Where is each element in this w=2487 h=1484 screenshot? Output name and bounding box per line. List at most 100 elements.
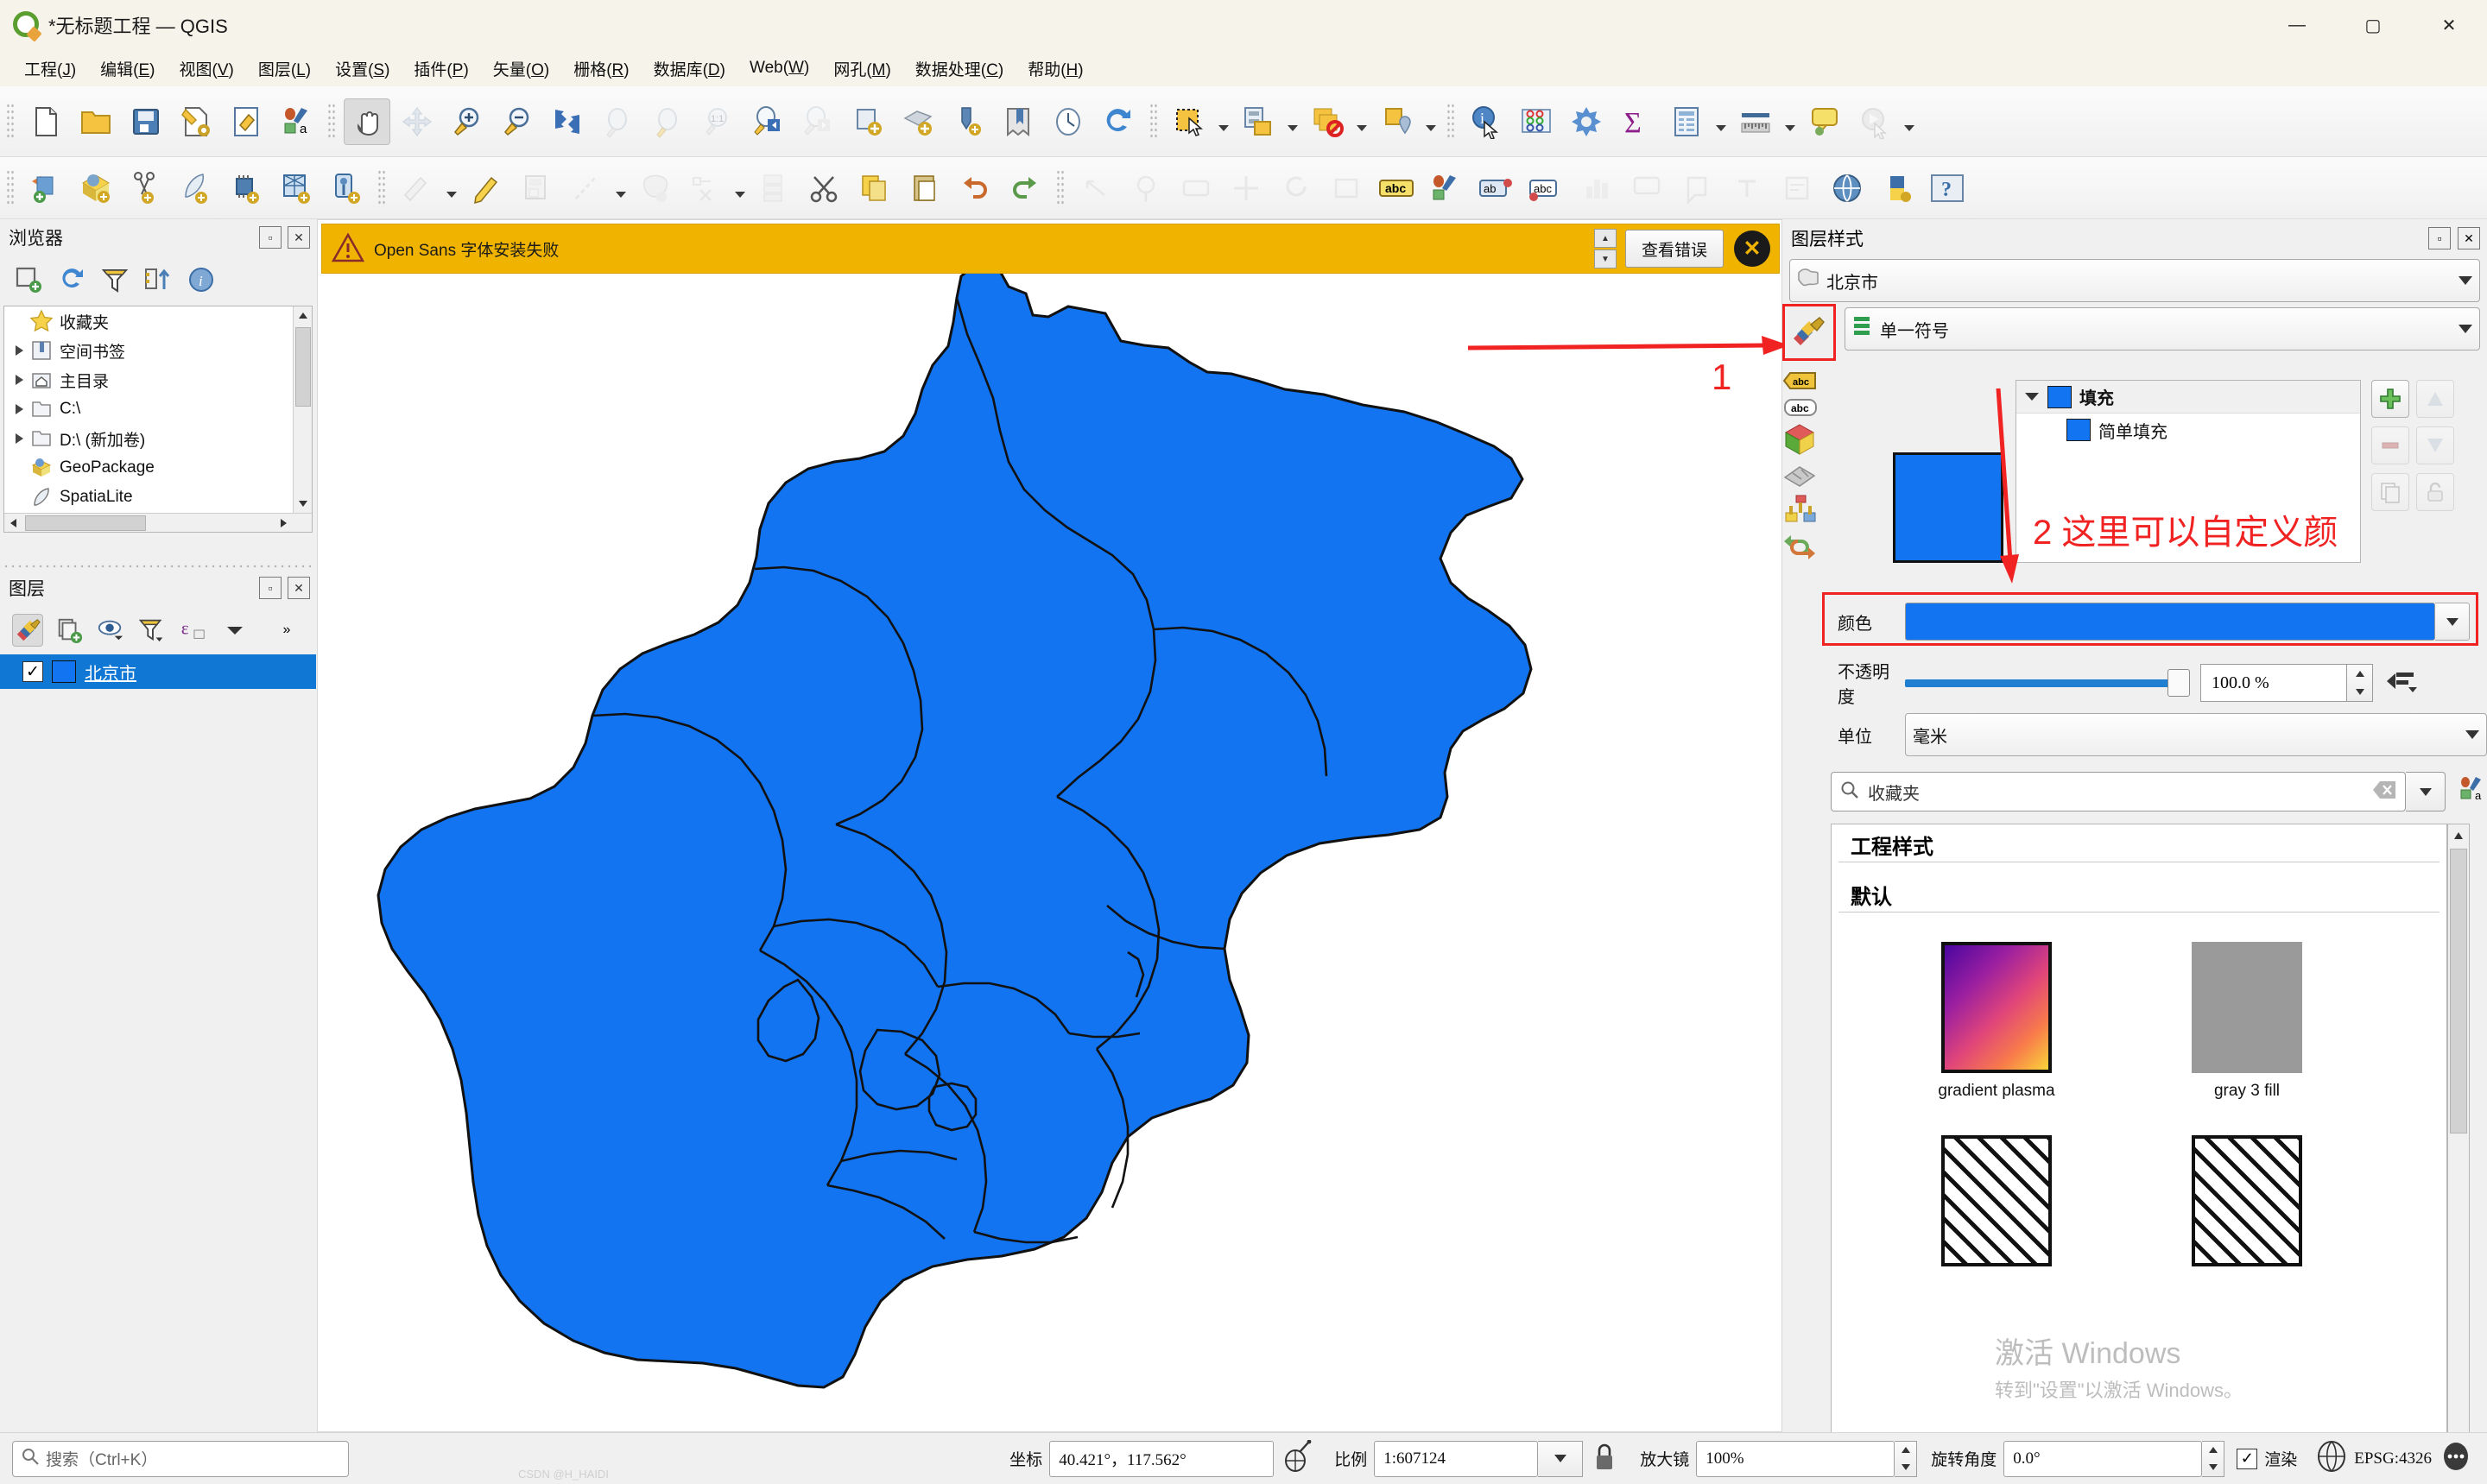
collapse-all-icon[interactable] (142, 263, 174, 296)
gallery-item[interactable] (2122, 1135, 2372, 1275)
message-bar[interactable]: Open Sans 字体安装失败 ▲▼ 查看错误 ✕ (321, 224, 1780, 274)
renderer-type-combo[interactable]: 单一符号 (1845, 307, 2480, 350)
symbol-search-box[interactable]: 收藏夹 (1831, 772, 2406, 811)
menu-web[interactable]: Web(W) (737, 55, 821, 81)
scroll-up-arrow[interactable] (294, 306, 313, 325)
lock-scale-icon[interactable] (1593, 1440, 1616, 1477)
save-project-icon[interactable] (123, 98, 169, 145)
opacity-slider-handle[interactable] (2167, 669, 2190, 697)
opacity-slider[interactable] (1905, 666, 2190, 700)
symbol-search-input[interactable]: 收藏夹 (1868, 780, 2364, 805)
scroll-right-arrow[interactable] (274, 514, 293, 533)
zoom-selection-icon[interactable] (594, 98, 641, 145)
add-vector-layer-icon[interactable] (22, 165, 69, 212)
new-3d-map-view-icon[interactable] (895, 98, 941, 145)
deselect-caret[interactable] (1352, 98, 1371, 145)
layers-overflow-button[interactable]: » (271, 614, 302, 647)
scale-field[interactable]: 1:607124 (1374, 1441, 1538, 1477)
fill-color-dropdown[interactable] (2435, 603, 2470, 641)
temporal-controller-icon[interactable] (1045, 98, 1092, 145)
vertex-tool-icon[interactable] (632, 165, 679, 212)
status-search-input[interactable]: 搜索（Ctrl+K） (46, 1447, 157, 1470)
diagrams-tab[interactable] (1782, 460, 1836, 494)
manage-visibility-icon[interactable] (95, 614, 126, 647)
expand-arrow-icon[interactable] (9, 404, 28, 414)
new-print-layout-icon[interactable] (223, 98, 269, 145)
save-project-as-icon[interactable] (173, 98, 219, 145)
browser-item[interactable]: C:\ (4, 395, 312, 424)
pin-label-abc-icon[interactable]: ab (1473, 165, 1520, 212)
symbol-gallery[interactable]: 工程样式 默认 gradient plasmagray 3 fill (1831, 824, 2447, 1462)
zoom-full-icon[interactable] (544, 98, 591, 145)
clear-icon[interactable] (2372, 780, 2396, 804)
map-canvas[interactable]: Open Sans 字体安装失败 ▲▼ 查看错误 ✕ (317, 219, 1782, 1432)
move-up-icon[interactable] (2416, 380, 2454, 418)
menu-vector[interactable]: 矢量(O) (481, 54, 561, 84)
symbol-layer-row[interactable]: 填充 (2016, 381, 2360, 414)
browser-close-button[interactable]: ✕ (288, 226, 310, 249)
layers-more-caret[interactable] (219, 614, 250, 647)
menu-processing[interactable]: 数据处理(C) (903, 54, 1016, 84)
rendering-brushes-icon[interactable] (1782, 494, 1836, 531)
browser-tree[interactable]: 收藏夹空间书签主目录C:\D:\ (新加卷)GeoPackageSpatiaLi… (3, 306, 313, 533)
show-hide-labels-icon[interactable] (1173, 165, 1219, 212)
messages-icon[interactable] (2440, 1440, 2471, 1477)
crs-globe-icon[interactable] (2316, 1440, 2347, 1477)
menu-project[interactable]: 工程(J) (12, 54, 88, 84)
zoom-native-icon[interactable]: 1:1 (694, 98, 741, 145)
new-project-icon[interactable] (22, 98, 69, 145)
new-map-view-icon[interactable] (845, 98, 891, 145)
3d-cube-icon[interactable] (1782, 423, 1836, 460)
annotation-icon[interactable] (1674, 165, 1720, 212)
toolbar2-grip[interactable] (6, 169, 15, 207)
filter-icon[interactable] (98, 263, 131, 296)
symbology-tab[interactable] (1782, 304, 1836, 361)
menu-plugins[interactable]: 插件(P) (402, 54, 480, 84)
expand-arrow-icon[interactable] (9, 433, 28, 444)
highlight-label-abc-icon[interactable]: abc (1523, 165, 1570, 212)
browser-item[interactable]: D:\ (新加卷) (4, 424, 312, 453)
duplicate-symbol-layer-icon[interactable] (2371, 473, 2409, 511)
cut-features-icon[interactable] (751, 165, 798, 212)
add-mesh-layer-icon[interactable] (273, 165, 320, 212)
map-tips-icon[interactable] (1801, 98, 1848, 145)
pin-labels-icon[interactable] (1123, 165, 1169, 212)
modify-attributes-icon[interactable] (682, 165, 729, 212)
open-layer-styling-icon[interactable] (12, 614, 43, 647)
symbol-layer-row[interactable]: 简单填充 (2016, 414, 2360, 446)
style-layer-abc-icon[interactable] (1423, 165, 1470, 212)
feature-action-caret[interactable] (1900, 98, 1919, 145)
select-value-caret[interactable] (1421, 98, 1440, 145)
render-checkbox[interactable]: ✓ (2237, 1449, 2257, 1469)
refresh-layer-icon[interactable] (945, 98, 991, 145)
menu-layer[interactable]: 图层(L) (246, 54, 323, 84)
browser-scroll-thumb[interactable] (295, 327, 311, 407)
add-feature-caret[interactable] (611, 165, 630, 212)
expand-arrow-icon[interactable] (9, 345, 28, 356)
add-delimited-text-icon[interactable] (123, 165, 169, 212)
scroll-down-arrow[interactable] (294, 494, 313, 513)
menu-edit[interactable]: 编辑(E) (88, 54, 167, 84)
add-group-icon[interactable] (54, 614, 85, 647)
attribute-table-caret[interactable] (1712, 98, 1731, 145)
deselect-icon[interactable] (1304, 98, 1351, 145)
data-defined-override-icon[interactable] (2385, 666, 2418, 700)
style-float-button[interactable]: ▫ (2428, 227, 2451, 249)
style-close-button[interactable]: ✕ (2458, 227, 2480, 249)
move-down-icon[interactable] (2416, 426, 2454, 464)
browser-float-button[interactable]: ▫ (259, 226, 282, 249)
pan-to-selection-icon[interactable] (394, 98, 440, 145)
menu-help[interactable]: 帮助(H) (1016, 54, 1095, 84)
crs-value[interactable]: EPSG:4326 (2354, 1449, 2432, 1468)
chevron-down-icon[interactable] (2459, 276, 2472, 285)
properties-info-icon[interactable]: i (185, 263, 218, 296)
diagram-icon[interactable] (1573, 165, 1620, 212)
expression-filter-icon[interactable]: ε (178, 614, 209, 647)
scale-dropdown[interactable] (1538, 1441, 1583, 1477)
copy-features-icon[interactable] (851, 165, 898, 212)
view-errors-button[interactable]: 查看错误 (1625, 230, 1724, 268)
labels-tab[interactable]: abc (1782, 369, 1836, 396)
lock-layer-icon[interactable] (2416, 473, 2454, 511)
message-bar-spin[interactable]: ▲▼ (1594, 229, 1617, 268)
browser-item[interactable]: 收藏夹 (4, 306, 312, 336)
